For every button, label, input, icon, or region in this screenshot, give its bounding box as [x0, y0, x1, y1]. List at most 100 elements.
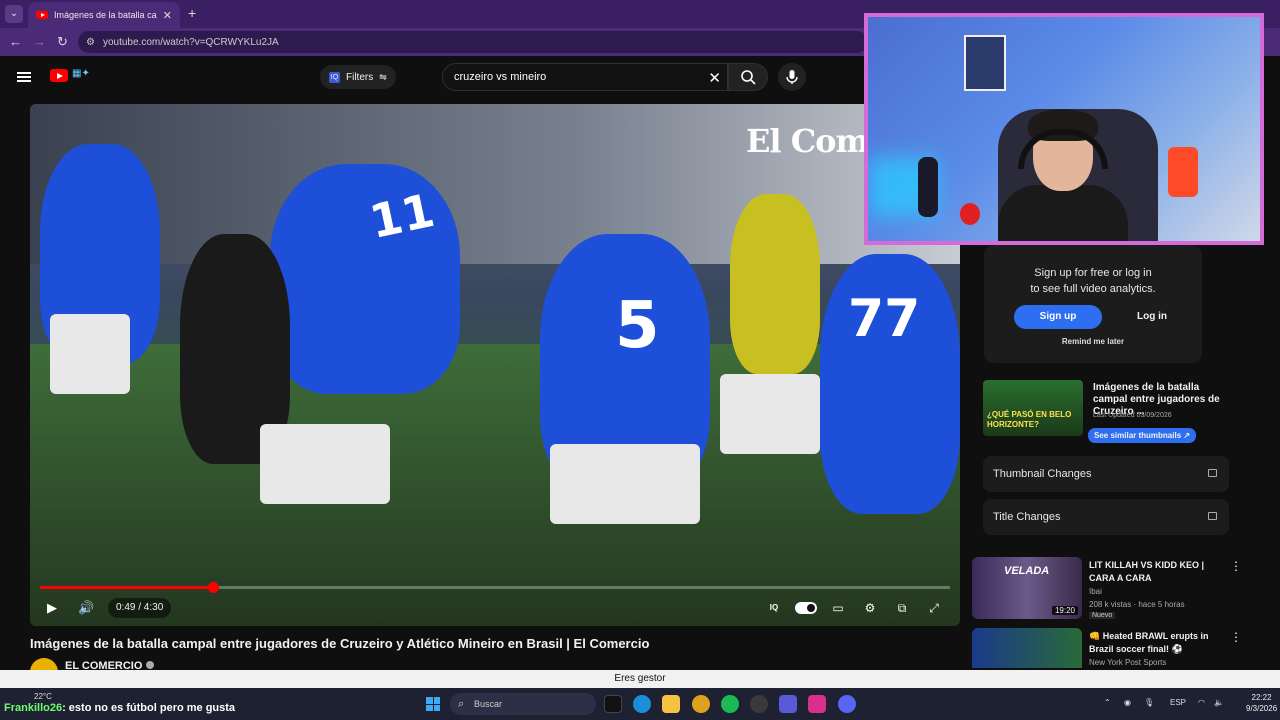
tray-mic-icon[interactable]: 🎙 [1144, 698, 1154, 707]
clock-date: 9/3/2026 [1246, 704, 1278, 713]
file-explorer-icon[interactable] [662, 695, 680, 713]
weather-widget[interactable]: 22°C [34, 692, 52, 701]
search-icon [741, 70, 756, 85]
play-icon[interactable]: ▶ [47, 600, 57, 616]
jersey-number: 77 [848, 289, 921, 349]
recommended-title: LIT KILLAH VS KIDD KEO | CARA A CARA [1089, 560, 1205, 583]
thumbnail-text: VELADA [1004, 565, 1050, 577]
fullscreen-icon[interactable]: ⤢ [924, 598, 944, 618]
edge-icon[interactable] [633, 695, 651, 713]
logo-doodle-icon: ▦✦ [72, 68, 90, 79]
voice-search-button[interactable] [778, 63, 806, 91]
progress-bar[interactable] [40, 582, 950, 593]
signup-text: Sign up for free or log in to see full v… [984, 265, 1202, 297]
lock-icon [1208, 469, 1217, 477]
thumbnail-changes-row[interactable]: Thumbnail Changes [983, 456, 1229, 492]
wifi-icon[interactable]: ◠ [1198, 698, 1205, 707]
video-frame: 11 5 77 El Comercio [30, 104, 960, 626]
new-tab-icon[interactable]: + [188, 5, 196, 21]
filters-label: Filters [346, 71, 374, 83]
windows-start-icon[interactable] [426, 697, 440, 711]
miniplayer-icon[interactable]: ⧉ [892, 598, 912, 618]
search-value: cruzeiro vs mineiro [454, 71, 547, 83]
remind-later-link[interactable]: Remind me later [984, 337, 1202, 346]
video-thumbnail: ¿QUÉ PASÓ EN BELO HORIZONTE? [983, 380, 1083, 436]
jersey-number: 5 [615, 289, 660, 363]
menu-icon[interactable] [17, 72, 31, 82]
duration-badge: 19:20 [1051, 606, 1078, 615]
language-indicator[interactable]: ESP [1170, 698, 1186, 707]
browser-tab[interactable]: Imágenes de la batalla campal e ✕ [28, 2, 180, 28]
login-button[interactable]: Log in [1112, 305, 1192, 329]
lock-icon [1208, 512, 1217, 520]
url-text: youtube.com/watch?v=QCRWYKLu2JA [102, 36, 279, 48]
recommended-title: 👊 Heated BRAWL erupts in Brazil soccer f… [1089, 631, 1209, 654]
tray-app-icon[interactable]: ◉ [1124, 698, 1131, 707]
signup-button[interactable]: Sign up [1014, 305, 1102, 329]
teams-icon[interactable] [779, 695, 797, 713]
site-info-icon[interactable]: ⚙ [86, 37, 95, 48]
helmet [960, 203, 980, 225]
manager-notification: Eres gestor [0, 670, 1280, 688]
verified-icon [146, 661, 155, 669]
speaker-icon[interactable]: 🔈 [1214, 698, 1224, 707]
discord-icon[interactable] [838, 695, 856, 713]
sliders-icon: ⇋ [379, 71, 387, 82]
youtube-logo-icon[interactable] [50, 69, 68, 82]
chrome-icon[interactable] [692, 695, 710, 713]
signup-line-2: to see full video analytics. [1030, 283, 1156, 295]
clear-search-icon[interactable]: ✕ [708, 69, 721, 87]
close-tab-icon[interactable]: ✕ [163, 9, 172, 22]
poster-frame [964, 35, 1006, 91]
taskbar-search[interactable]: Buscar [450, 693, 596, 715]
search-input[interactable]: cruzeiro vs mineiro ✕ [442, 63, 728, 91]
forward-icon[interactable]: → [33, 34, 46, 49]
settings-icon[interactable]: ⚙ [860, 598, 880, 618]
subtitles-icon[interactable]: ▭ [828, 598, 848, 618]
webcam-overlay [864, 13, 1264, 245]
guitar [918, 157, 938, 217]
chat-nick: Frankillo26 [4, 702, 63, 714]
progress-fill [40, 586, 213, 589]
recommended-channel: New York Post Sports [1089, 658, 1167, 667]
similar-thumbnails-button[interactable]: See similar thumbnails ↗ [1088, 428, 1197, 443]
recommended-meta: 208 k vistas · hace 5 horas [1089, 600, 1185, 609]
signup-line-1: Sign up for free or log in [1034, 267, 1152, 279]
new-badge: Nuevo [1089, 612, 1116, 619]
title-changes-label: Title Changes [993, 511, 1061, 523]
recommended-channel: Ibai [1089, 587, 1102, 596]
tab-search-icon[interactable]: ⌄ [5, 5, 23, 23]
search-button[interactable] [728, 63, 768, 91]
filters-button[interactable]: IQ Filters ⇋ [320, 65, 396, 89]
chat-text: : esto no es fútbol pero me gusta [62, 702, 236, 714]
instagram-icon[interactable] [808, 695, 826, 713]
autoplay-toggle[interactable] [795, 602, 817, 614]
tab-title: Imágenes de la batalla campal e [54, 10, 157, 20]
iq-extension-icon[interactable]: IQ [764, 598, 784, 618]
signup-box: Sign up for free or log in to see full v… [984, 245, 1202, 363]
card-updated: Last Updated 03/09/2026 [1093, 412, 1172, 419]
taskbar: 22°C Frankillo26: esto no es fútbol pero… [0, 688, 1280, 720]
time-display: 0:49 / 4:30 [108, 598, 172, 618]
scrubber-handle[interactable] [207, 582, 219, 593]
obs-icon[interactable] [750, 695, 768, 713]
microphone-icon [786, 70, 798, 84]
system-clock[interactable]: 22:22 9/3/2026 [1246, 692, 1277, 714]
more-options-icon[interactable]: ⋮ [1230, 559, 1242, 573]
tray-chevron-icon[interactable]: ⌃ [1104, 698, 1111, 707]
clock-time: 22:22 [1251, 693, 1272, 702]
recommended-video[interactable]: VELADA 19:20 LIT KILLAH VS KIDD KEO | CA… [972, 557, 1252, 623]
recommended-video[interactable]: 👊 Heated BRAWL erupts in Brazil soccer f… [972, 628, 1252, 668]
back-icon[interactable]: ← [9, 34, 22, 49]
recommended-thumbnail: VELADA 19:20 [972, 557, 1082, 619]
recommended-thumbnail [972, 628, 1082, 668]
volume-icon[interactable]: 🔊 [78, 600, 94, 616]
title-changes-row[interactable]: Title Changes [983, 499, 1229, 535]
spotify-icon[interactable] [721, 695, 739, 713]
more-options-icon[interactable]: ⋮ [1230, 630, 1242, 644]
address-bar[interactable]: ⚙ youtube.com/watch?v=QCRWYKLu2JA [78, 31, 868, 53]
video-player[interactable]: 11 5 77 El Comercio ▶ 🔊 0:49 / 4:30 IQ ▭… [30, 104, 960, 626]
reload-icon[interactable]: ↻ [57, 34, 68, 50]
video-title: Imágenes de la batalla campal entre juga… [30, 636, 650, 651]
tiktok-icon[interactable] [604, 695, 622, 713]
